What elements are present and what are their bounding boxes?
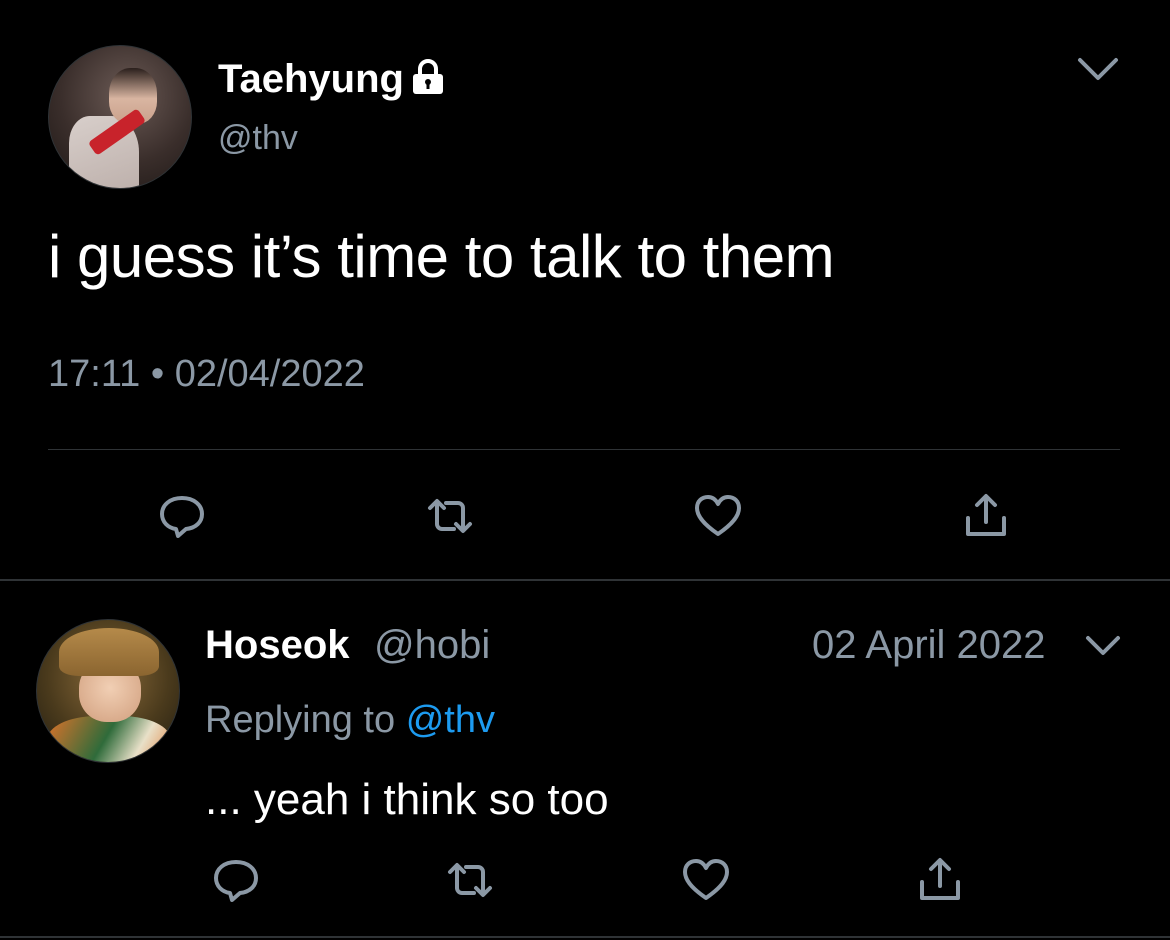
retweet-button[interactable] bbox=[442, 852, 498, 908]
retweet-button[interactable] bbox=[422, 488, 478, 544]
retweet-icon bbox=[448, 863, 492, 897]
comment-icon bbox=[214, 860, 258, 902]
author-display-name[interactable]: Taehyung bbox=[218, 57, 404, 101]
share-button[interactable] bbox=[958, 488, 1014, 544]
heart-icon bbox=[695, 495, 741, 536]
bottom-divider bbox=[0, 936, 1170, 938]
chevron-down-icon[interactable] bbox=[1082, 628, 1124, 664]
heart-icon bbox=[683, 859, 729, 900]
tweet-text: i guess it’s time to talk to them bbox=[48, 223, 835, 290]
replying-to-mention[interactable]: @thv bbox=[406, 699, 495, 741]
chevron-down-icon[interactable] bbox=[1074, 50, 1122, 90]
tweet-separator bbox=[0, 579, 1170, 581]
reply-text: ... yeah i think so too bbox=[205, 775, 609, 824]
main-tweet: Taehyung @thv i guess it’s time to talk … bbox=[0, 0, 1170, 580]
share-button[interactable] bbox=[912, 852, 968, 908]
tweet-timestamp[interactable]: 17:11 • 02/04/2022 bbox=[48, 352, 365, 396]
retweet-icon bbox=[428, 499, 472, 533]
reply-button[interactable] bbox=[154, 488, 210, 544]
author-name[interactable]: Taehyung bbox=[218, 56, 446, 102]
avatar-taehyung[interactable] bbox=[48, 45, 192, 189]
author-handle[interactable]: @thv bbox=[218, 118, 298, 158]
reply-button[interactable] bbox=[208, 852, 264, 908]
share-icon bbox=[966, 494, 1006, 536]
replying-to-prefix: Replying to bbox=[205, 699, 396, 741]
share-icon bbox=[920, 858, 960, 900]
like-button[interactable] bbox=[678, 852, 734, 908]
like-button[interactable] bbox=[690, 488, 746, 544]
lock-icon bbox=[412, 59, 443, 94]
reply-author-display-name[interactable]: Hoseok bbox=[205, 622, 350, 668]
avatar-hoseok[interactable] bbox=[36, 619, 180, 763]
comment-icon bbox=[160, 496, 204, 538]
reply-date[interactable]: 02 April 2022 bbox=[812, 622, 1046, 668]
replying-to: Replying to @thv bbox=[205, 698, 495, 742]
divider bbox=[48, 449, 1120, 450]
reply-author-handle[interactable]: @hobi bbox=[374, 622, 490, 668]
